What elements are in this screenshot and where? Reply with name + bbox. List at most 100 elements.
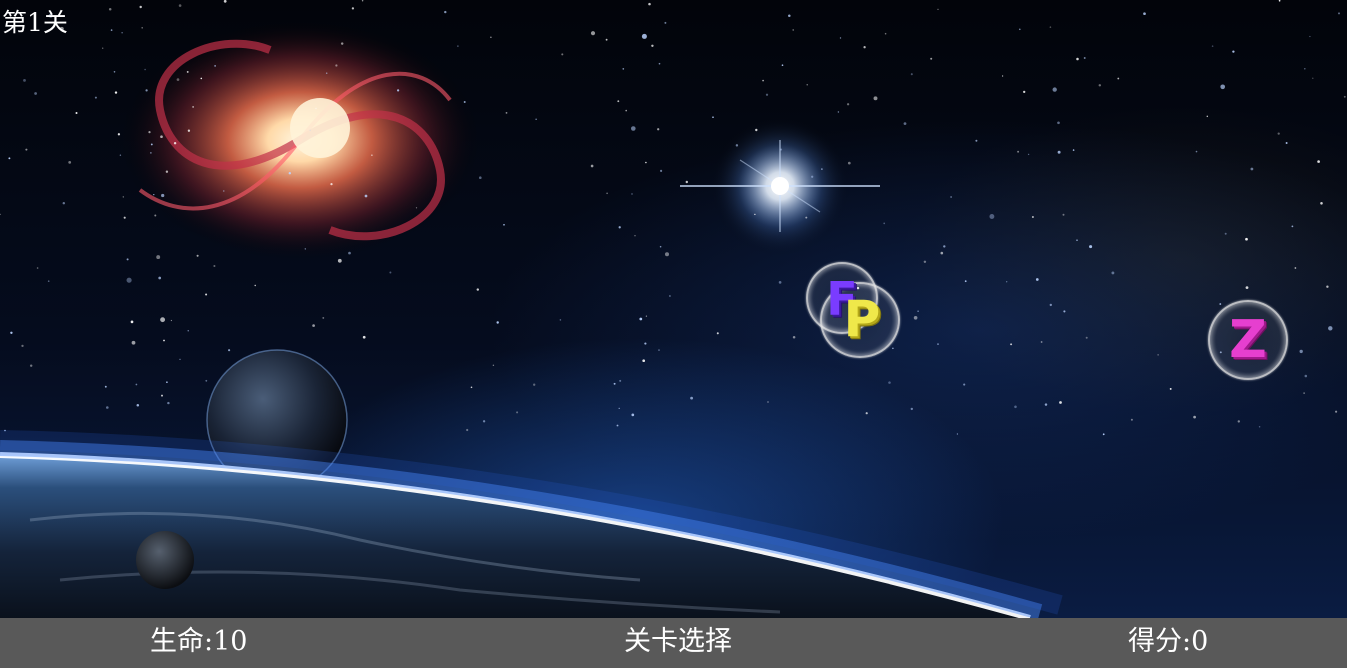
star xyxy=(1023,90,1026,94)
star xyxy=(136,404,140,407)
star xyxy=(1258,426,1261,428)
star xyxy=(463,101,466,103)
star xyxy=(910,407,913,411)
star xyxy=(806,84,808,86)
star xyxy=(660,169,663,172)
star xyxy=(1057,121,1060,125)
star xyxy=(490,36,492,38)
star xyxy=(668,295,671,297)
star xyxy=(1320,202,1323,205)
star xyxy=(658,62,661,65)
star xyxy=(619,379,622,382)
star xyxy=(94,96,97,99)
star xyxy=(503,223,505,226)
star xyxy=(105,406,109,409)
star xyxy=(631,413,635,417)
star xyxy=(865,412,868,415)
star xyxy=(29,364,33,367)
level-select-button[interactable]: 关卡选择 xyxy=(624,618,732,668)
star xyxy=(457,45,459,47)
star xyxy=(625,109,627,112)
star xyxy=(1035,278,1039,281)
star xyxy=(1040,341,1043,343)
star xyxy=(1027,153,1030,156)
star xyxy=(644,342,647,345)
star xyxy=(913,315,918,320)
star xyxy=(34,92,37,95)
star xyxy=(1195,150,1198,153)
star xyxy=(1130,418,1133,421)
star xyxy=(685,180,689,184)
star xyxy=(1224,232,1227,235)
star xyxy=(963,383,966,386)
star xyxy=(1303,392,1305,394)
star xyxy=(630,126,636,131)
star xyxy=(658,349,660,352)
star xyxy=(1083,57,1086,59)
star xyxy=(1010,343,1013,346)
star xyxy=(1017,150,1020,153)
star xyxy=(150,143,153,146)
level-indicator: 第1关 xyxy=(2,8,68,37)
star xyxy=(122,196,124,198)
star xyxy=(0,213,1,215)
star xyxy=(505,111,508,114)
space-background xyxy=(0,0,1347,618)
star xyxy=(659,245,662,248)
star xyxy=(1232,50,1235,53)
star xyxy=(1237,420,1240,423)
star xyxy=(123,216,126,219)
star xyxy=(25,148,28,151)
star xyxy=(664,252,670,257)
star xyxy=(533,383,536,386)
star xyxy=(847,161,851,165)
star xyxy=(1111,271,1115,275)
star xyxy=(156,255,161,260)
star xyxy=(839,37,842,39)
score-label: 得分: xyxy=(1128,626,1192,657)
star xyxy=(330,182,333,186)
star xyxy=(779,148,783,151)
star xyxy=(1052,87,1057,92)
star xyxy=(160,317,166,323)
star xyxy=(792,29,794,31)
star xyxy=(62,201,66,205)
game-stage: 第1关 F P Z 生命:10 关卡选择 得分:0 xyxy=(0,0,1347,668)
star xyxy=(144,68,146,71)
star xyxy=(863,46,866,49)
star xyxy=(1057,150,1061,154)
star xyxy=(930,57,933,60)
star xyxy=(10,331,13,334)
star xyxy=(335,64,338,67)
star xyxy=(1343,95,1346,98)
star xyxy=(1143,12,1146,16)
star xyxy=(937,343,939,345)
star xyxy=(102,47,104,49)
star xyxy=(479,176,482,179)
star xyxy=(1089,245,1093,249)
star xyxy=(516,411,519,414)
star xyxy=(192,106,194,108)
star xyxy=(884,32,887,35)
star xyxy=(657,128,660,131)
star xyxy=(325,72,328,74)
star xyxy=(23,79,26,82)
star xyxy=(200,77,203,80)
star xyxy=(187,129,191,132)
bubble-letter-z: Z xyxy=(1229,310,1267,370)
star xyxy=(371,154,373,156)
star xyxy=(1294,267,1297,269)
star xyxy=(1317,160,1320,163)
star xyxy=(792,335,796,339)
star xyxy=(228,349,231,352)
star xyxy=(762,79,764,82)
star xyxy=(645,315,648,317)
star xyxy=(304,248,306,250)
star xyxy=(288,172,291,175)
star xyxy=(148,131,151,134)
space-scene xyxy=(0,0,1346,618)
star xyxy=(937,8,939,11)
star xyxy=(110,29,113,31)
star xyxy=(396,89,400,92)
star xyxy=(126,277,132,283)
